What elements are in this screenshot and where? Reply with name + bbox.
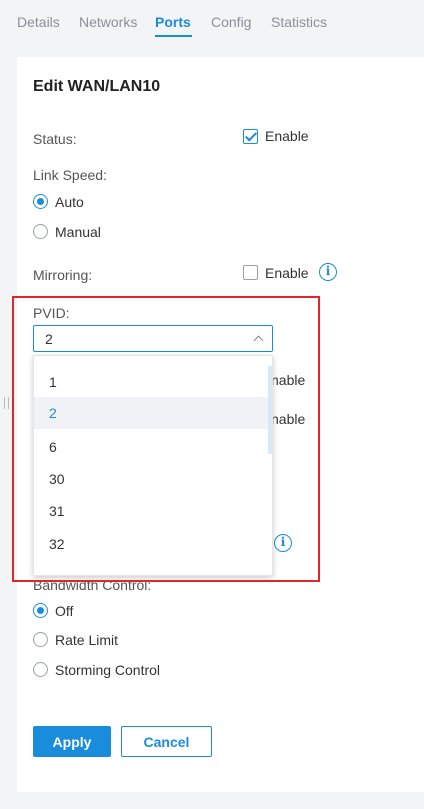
tab-statistics[interactable]: Statistics — [271, 14, 327, 30]
resize-handle[interactable] — [4, 397, 9, 409]
bandwidth-storming-control-label[interactable]: Storming Control — [55, 662, 160, 678]
bandwidth-rate-limit-radio[interactable] — [33, 632, 48, 647]
highlight-box — [12, 296, 320, 582]
mirroring-info-icon[interactable]: i — [319, 263, 337, 281]
tab-ports[interactable]: Ports — [155, 14, 191, 30]
link-speed-label: Link Speed: — [33, 167, 107, 183]
status-enable-checkbox[interactable] — [243, 129, 258, 144]
bandwidth-off-radio[interactable] — [33, 603, 48, 618]
bandwidth-rate-limit-label[interactable]: Rate Limit — [55, 632, 118, 648]
tab-networks[interactable]: Networks — [79, 14, 137, 30]
mirroring-enable-checkbox[interactable] — [243, 265, 258, 280]
bandwidth-storming-control-radio[interactable] — [33, 662, 48, 677]
tab-config[interactable]: Config — [211, 14, 251, 30]
active-tab-indicator — [155, 35, 192, 37]
status-label: Status: — [33, 131, 77, 147]
apply-button[interactable]: Apply — [33, 726, 111, 757]
link-speed-manual-label[interactable]: Manual — [55, 224, 101, 240]
mirroring-label: Mirroring: — [33, 267, 93, 283]
bandwidth-off-label[interactable]: Off — [55, 603, 73, 619]
status-enable-label[interactable]: Enable — [265, 128, 309, 144]
tab-bar: Details Networks Ports Config Statistics — [0, 0, 424, 38]
panel-title: Edit WAN/LAN10 — [33, 78, 161, 95]
link-speed-manual-radio[interactable] — [33, 224, 48, 239]
link-speed-auto-label[interactable]: Auto — [55, 194, 84, 210]
cancel-button[interactable]: Cancel — [121, 726, 212, 757]
tab-details[interactable]: Details — [17, 14, 60, 30]
link-speed-auto-radio[interactable] — [33, 194, 48, 209]
mirroring-enable-label[interactable]: Enable — [265, 265, 309, 281]
